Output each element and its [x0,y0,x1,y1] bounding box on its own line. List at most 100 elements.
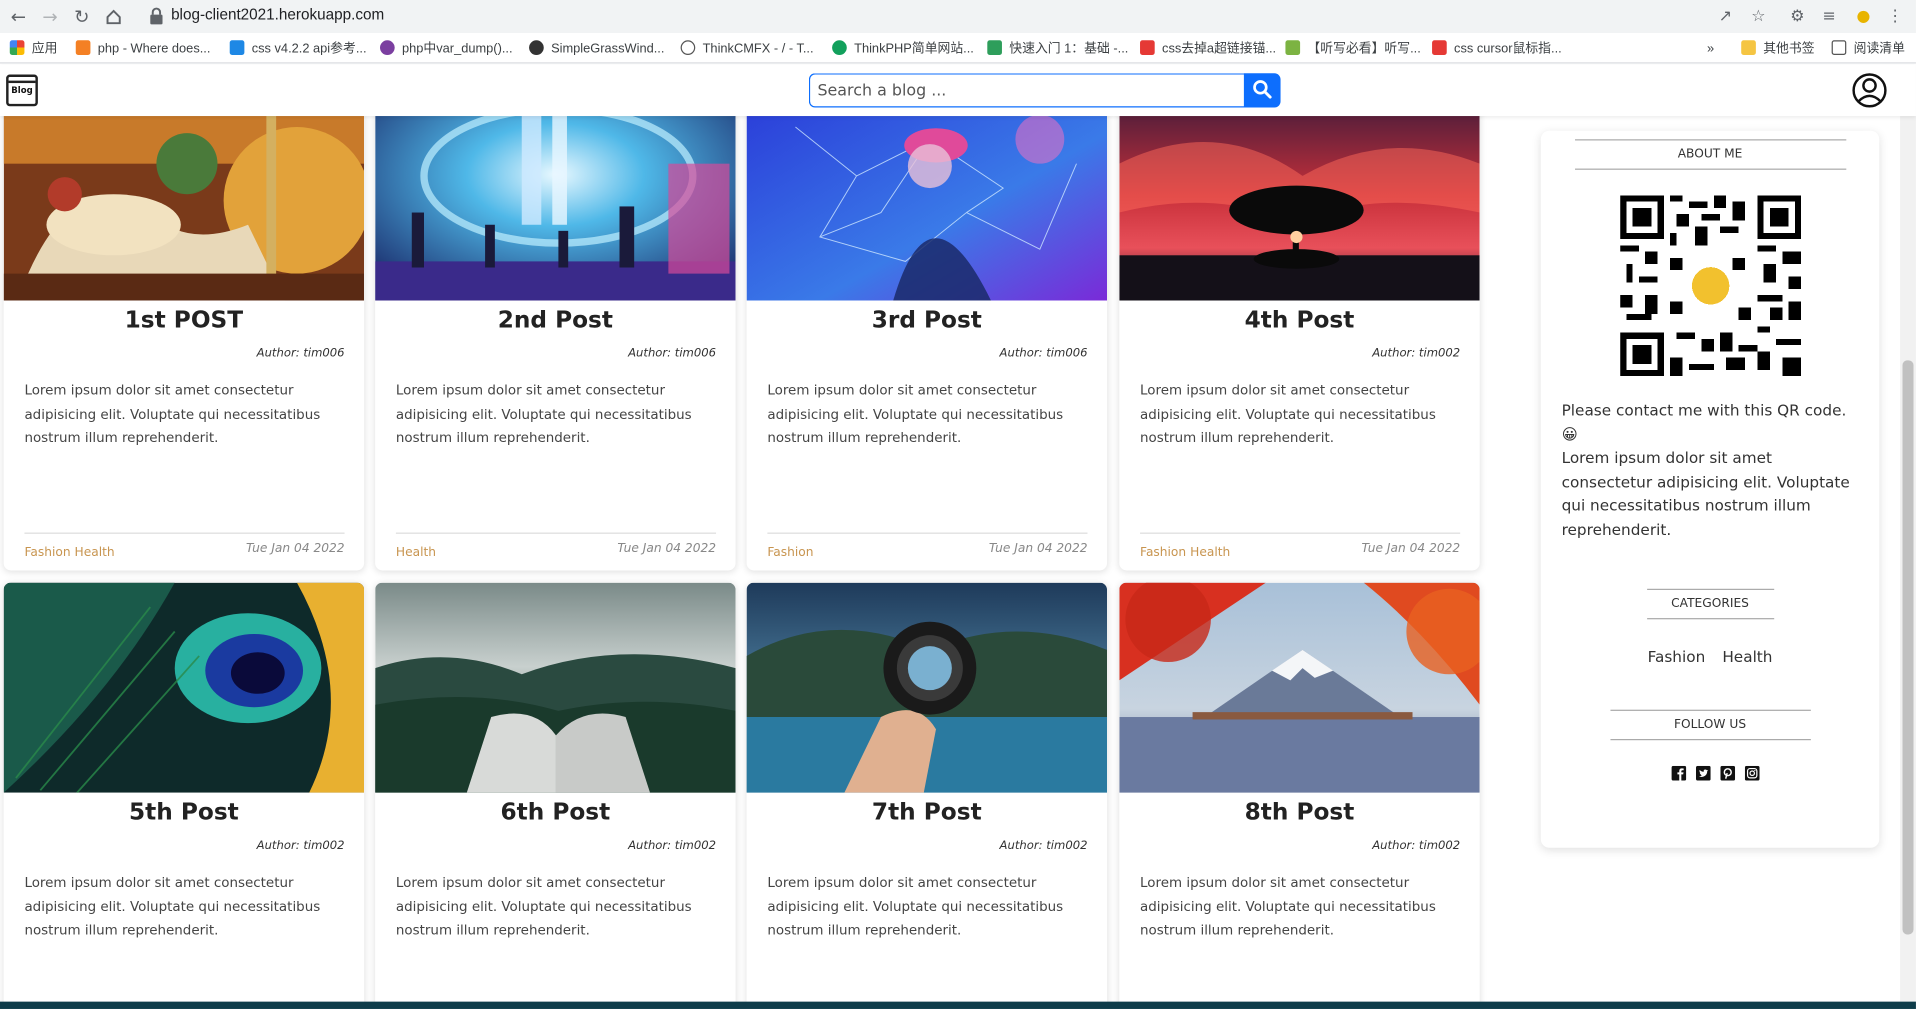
other-bookmarks[interactable]: 其他书签 [1741,39,1815,59]
post-title[interactable]: 2nd Post [375,307,735,334]
post-footer: Fashion Tue Jan 04 2022 [767,532,1088,570]
post-author: Author: tim006 [628,346,717,361]
bookmark-favicon-icon [380,40,395,55]
post-image[interactable] [746,582,1108,793]
post-image[interactable] [746,90,1108,301]
post-title[interactable]: 3rd Post [747,307,1107,334]
extensions-icon[interactable]: ⚙ [1785,5,1809,29]
reload-icon[interactable]: ↻ [70,5,94,29]
post-title[interactable]: 4th Post [1119,307,1479,334]
scroll-thumb[interactable] [1902,360,1914,935]
post-card[interactable]: 8th Post Author: tim002 Lorem ipsum dolo… [1119,582,1480,1009]
about-me-heading: ABOUT ME [1541,139,1879,170]
post-category[interactable]: Fashion [767,546,813,559]
bookmarks-bar: 应用 php - Where does... css v4.2.2 api参考.… [0,32,1916,64]
post-date: Tue Jan 04 2022 [245,542,345,556]
user-account-button[interactable] [1851,72,1888,109]
bookmark-item[interactable]: css cursor鼠标指... [1432,39,1562,59]
bookmark-item[interactable]: SimpleGrassWind... [529,39,664,59]
bookmark-item[interactable]: 应用 [9,39,57,59]
bookmark-item[interactable]: php - Where does... [75,39,210,59]
post-date: Tue Jan 04 2022 [988,542,1088,556]
post-excerpt: Lorem ipsum dolor sit amet consectetur a… [1140,874,1436,939]
user-icon [1852,73,1887,108]
post-card[interactable]: 2nd Post Author: tim006 Lorem ipsum dolo… [375,90,736,571]
pinterest-icon[interactable] [1720,765,1736,781]
post-title[interactable]: 7th Post [747,799,1107,826]
lock-icon [150,7,163,25]
category-link[interactable]: Health [1722,647,1772,665]
social-links [1671,765,1760,783]
post-image[interactable] [3,582,365,793]
taskbar-strip [0,1001,1916,1009]
post-card[interactable]: 4th Post Author: tim002 Lorem ipsum dolo… [1119,90,1480,571]
globe-icon [680,40,696,55]
folder-icon [1741,40,1756,55]
page-scrollbar[interactable] [1900,116,1916,1002]
post-image[interactable] [3,90,365,301]
post-title[interactable]: 1st POST [4,307,364,334]
bookmark-item[interactable]: 【听写必看】听写... [1285,39,1421,59]
sidebar: ABOUT ME Please contact me with this QR … [1540,130,1880,848]
reading-list[interactable]: 阅读清单 [1831,39,1905,59]
star-icon[interactable]: ☆ [1746,5,1770,29]
search-input[interactable] [808,73,1246,108]
forward-icon[interactable]: → [38,5,62,29]
post-title[interactable]: 5th Post [4,799,364,826]
category-link[interactable]: Fashion [1648,647,1706,665]
address-bar[interactable]: blog-client2021.herokuapp.com [136,2,1778,30]
bookmark-item[interactable]: css v4.2.2 api参考... [229,39,367,59]
bookmark-item[interactable]: ThinkPHP简单网站... [832,39,974,59]
facebook-icon[interactable] [1671,765,1687,781]
post-excerpt: Lorem ipsum dolor sit amet consectetur a… [1140,382,1436,446]
post-excerpt: Lorem ipsum dolor sit amet consectetur a… [395,874,692,939]
more-bookmarks-button[interactable]: » [1707,39,1714,59]
bookmark-favicon-icon [1432,40,1447,55]
apps-icon [9,40,25,55]
post-excerpt: Lorem ipsum dolor sit amet consectetur a… [395,382,692,446]
qr-code [1620,195,1802,377]
menu-icon[interactable]: ⋮ [1883,5,1907,29]
post-card[interactable]: 3rd Post Author: tim006 Lorem ipsum dolo… [746,90,1108,571]
post-category[interactable]: Fashion [24,546,70,559]
post-excerpt: Lorem ipsum dolor sit amet consectetur a… [24,382,321,446]
post-title[interactable]: 8th Post [1119,799,1479,826]
bookmark-favicon-icon [529,40,544,55]
post-author: Author: tim006 [256,346,345,361]
search-button[interactable] [1243,73,1281,108]
post-card[interactable]: 5th Post Author: tim002 Lorem ipsum dolo… [3,582,365,1009]
url-text: blog-client2021.herokuapp.com [171,6,385,24]
post-card[interactable]: 6th Post Author: tim002 Lorem ipsum dolo… [375,582,736,1009]
post-title[interactable]: 6th Post [375,799,735,826]
post-category[interactable]: Health [1190,546,1230,559]
blog-logo[interactable]: Blog [6,74,38,107]
bookmark-item[interactable]: 快速入门 1：基础 -... [987,39,1128,59]
category-list: Fashion Health [1541,647,1879,665]
post-author: Author: tim006 [999,346,1088,361]
bookmark-favicon-icon [1285,40,1301,55]
reading-mode-icon[interactable]: ≡ [1817,5,1841,29]
bookmark-item[interactable]: css去掉a超链接锚... [1140,39,1276,59]
share-icon[interactable]: ↗ [1713,5,1737,29]
bookmark-item[interactable]: php中var_dump()... [380,39,513,59]
post-card[interactable]: 1st POST Author: tim006 Lorem ipsum dolo… [3,90,365,571]
back-icon[interactable]: ← [6,5,30,29]
site-navbar: Blog [0,64,1916,117]
bookmark-favicon-icon [832,40,847,55]
post-category[interactable]: Health [396,546,436,559]
instagram-icon[interactable] [1744,765,1760,781]
twitter-icon[interactable] [1695,765,1711,781]
post-category[interactable]: Fashion [1140,546,1186,559]
follow-us-heading: FOLLOW US [1541,709,1879,741]
home-icon[interactable] [101,5,125,29]
post-image[interactable] [1119,582,1480,793]
profile-avatar-icon[interactable]: ● [1851,5,1875,29]
post-excerpt: Lorem ipsum dolor sit amet consectetur a… [767,874,1064,939]
post-category[interactable]: Health [75,546,115,559]
post-image[interactable] [375,582,736,793]
post-card[interactable]: 7th Post Author: tim002 Lorem ipsum dolo… [746,582,1108,1009]
post-image[interactable] [375,90,736,301]
post-excerpt: Lorem ipsum dolor sit amet consectetur a… [24,874,321,939]
post-image[interactable] [1119,90,1480,301]
bookmark-item[interactable]: ThinkCMFX - / - T... [680,39,814,59]
